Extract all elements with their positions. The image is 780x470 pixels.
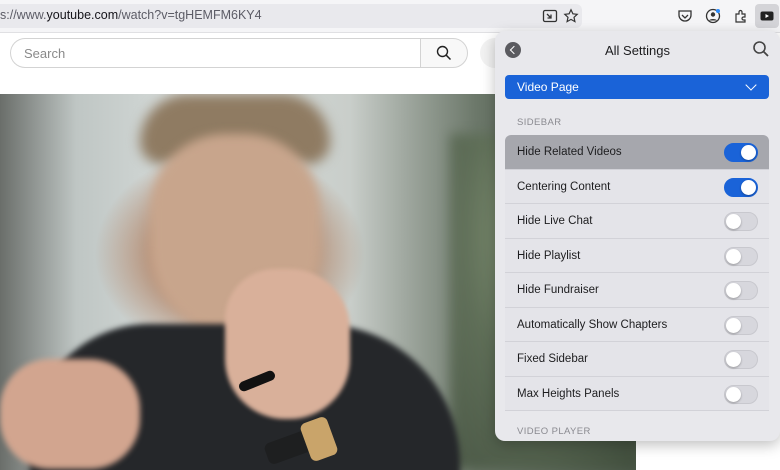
- video-frame-detail: [225, 269, 350, 419]
- panel-title: All Settings: [604, 43, 671, 58]
- picture-in-picture-icon[interactable]: [540, 6, 560, 26]
- search-icon[interactable]: [752, 40, 770, 58]
- toggle-knob: [726, 248, 741, 264]
- search-placeholder: Search: [24, 46, 66, 61]
- setting-toggle[interactable]: [724, 246, 758, 266]
- chevron-down-icon: [745, 79, 757, 91]
- setting-label: Centering Content: [517, 180, 611, 193]
- video-frame-detail: [0, 359, 140, 469]
- toggle-knob: [726, 317, 741, 333]
- setting-label: Hide Fundraiser: [517, 284, 599, 296]
- account-icon[interactable]: [703, 6, 723, 26]
- settings-list: Hide Related Videos Centering Content Hide…: [505, 135, 769, 411]
- setting-label: Hide Live Chat: [517, 215, 593, 227]
- setting-row[interactable]: Fixed Sidebar: [505, 342, 769, 377]
- setting-toggle[interactable]: [724, 281, 758, 300]
- pocket-icon[interactable]: [675, 6, 695, 26]
- setting-row[interactable]: Centering Content: [505, 169, 769, 204]
- setting-row[interactable]: Hide Playlist: [505, 238, 769, 273]
- youtube-header: Search: [0, 33, 510, 91]
- bookmark-star-icon[interactable]: [561, 6, 581, 26]
- setting-toggle[interactable]: [724, 384, 758, 404]
- section-header-sidebar: SIDEBAR: [517, 117, 562, 128]
- setting-toggle[interactable]: [724, 315, 758, 335]
- search-icon: [436, 45, 452, 61]
- setting-row[interactable]: Max Heights Panels: [505, 376, 769, 411]
- setting-label: Max Heights Panels: [517, 387, 620, 400]
- page-selector-dropdown[interactable]: Video Page: [505, 75, 769, 99]
- youtube-extension-icon[interactable]: [755, 4, 779, 28]
- setting-label: Fixed Sidebar: [517, 353, 588, 365]
- panel-header: All Settings: [495, 31, 780, 69]
- setting-row[interactable]: Hide Live Chat: [505, 204, 769, 239]
- settings-panel: All Settings Video Page SIDEBAR Hide Rel…: [495, 31, 780, 441]
- toggle-knob: [726, 283, 741, 298]
- setting-label: Hide Related Videos: [517, 146, 622, 158]
- toggle-knob: [741, 145, 756, 160]
- page-selector-value: Video Page: [517, 80, 579, 94]
- setting-toggle[interactable]: [724, 177, 758, 197]
- setting-toggle[interactable]: [724, 212, 758, 231]
- section-header-video-player: VIDEO PLAYER: [517, 426, 591, 437]
- setting-label: Automatically Show Chapters: [517, 318, 668, 331]
- setting-toggle[interactable]: [724, 143, 758, 162]
- toggle-knob: [726, 386, 741, 402]
- extensions-icon[interactable]: [731, 6, 751, 26]
- toggle-knob: [726, 352, 741, 367]
- setting-row[interactable]: Automatically Show Chapters: [505, 307, 769, 342]
- setting-row[interactable]: Hide Fundraiser: [505, 273, 769, 308]
- search-input[interactable]: Search: [10, 38, 420, 68]
- search-button[interactable]: [420, 38, 468, 68]
- setting-row[interactable]: Hide Related Videos: [505, 135, 769, 170]
- setting-label: Hide Playlist: [517, 249, 581, 262]
- browser-toolbar: s://www.youtube.com/watch?v=tgHEMFM6KY4: [0, 0, 780, 33]
- toggle-knob: [726, 214, 741, 229]
- address-bar[interactable]: s://www.youtube.com/watch?v=tgHEMFM6KY4: [0, 4, 582, 28]
- setting-toggle[interactable]: [724, 350, 758, 369]
- toggle-knob: [741, 179, 756, 195]
- url-text: s://www.youtube.com/watch?v=tgHEMFM6KY4: [0, 8, 262, 22]
